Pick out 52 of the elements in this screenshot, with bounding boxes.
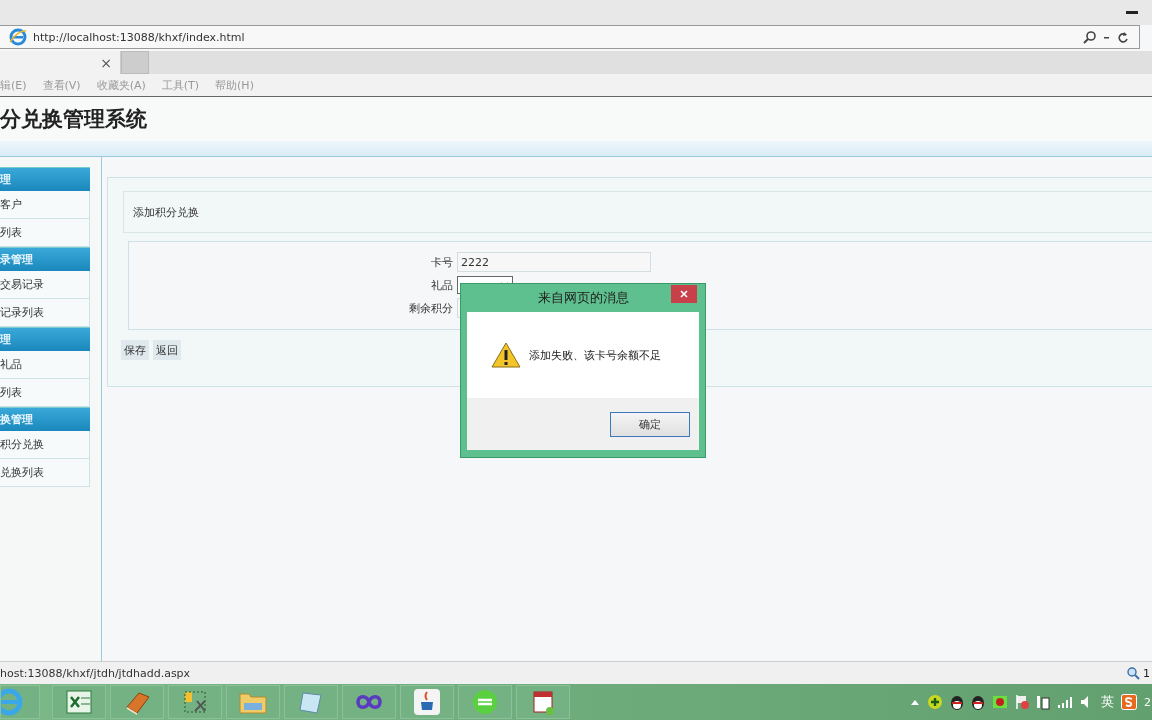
zoom-level[interactable]: 1 [1143,666,1152,680]
form-button[interactable]: 返回 [153,340,181,360]
penguin-icon[interactable] [971,694,985,710]
sidebar-item[interactable]: 列表 [0,219,90,247]
zoom-icon[interactable] [1127,666,1140,680]
sidebar-item[interactable]: 列表 [0,379,90,407]
selection-tool-icon [181,689,209,715]
search-icon[interactable] [1083,30,1097,44]
ok-button[interactable]: 确定 [610,411,690,437]
sidebar-item[interactable]: 客户 [0,191,90,219]
sidebar-item[interactable]: 交易记录 [0,271,90,299]
form-button[interactable]: 保存 [121,340,149,360]
taskbar-app[interactable] [516,685,570,719]
notepad-icon [297,689,325,715]
dialog-title: 来自网页的消息 [537,289,629,307]
page-title: 分兑换管理系统 [0,106,147,133]
status-url: host:13088/khxf/jtdh/jtdhadd.aspx [0,666,191,680]
sidebar-item[interactable]: 记录列表 [0,299,90,327]
panel-title: 添加积分兑换 [123,191,1152,233]
taskbar-app[interactable] [400,685,454,719]
penguin-icon[interactable] [950,694,964,710]
taskbar-app[interactable] [458,685,512,719]
plus-icon[interactable] [927,694,943,710]
close-icon [680,290,688,298]
input-method-icon[interactable] [1121,694,1137,710]
field-label: 卡号 [430,254,454,270]
up-arrow-icon[interactable] [910,698,920,706]
dialog-message: 添加失败、该卡号余额不足 [529,347,661,363]
refresh-icon[interactable] [1117,30,1129,44]
close-button[interactable] [671,285,697,303]
flag-icon[interactable] [1015,694,1029,710]
signal-icon[interactable] [1057,695,1073,709]
browser-logo-icon [9,28,27,46]
sidebar-item[interactable]: 积分兑换 [0,431,90,459]
taskbar-app[interactable] [284,685,338,719]
taskbar-app[interactable] [342,685,396,719]
url-text: http://localhost:13088/khxf/index.html [33,30,245,44]
spreadsheet-icon [65,689,93,715]
coffee-cup-icon [413,688,441,716]
address-bar[interactable]: http://localhost:13088/khxf/index.html [0,25,1140,49]
taskbar-app[interactable] [168,685,222,719]
field-label: 礼品 [430,277,454,293]
minimize-icon[interactable] [1126,10,1138,15]
sidebar-item[interactable]: 兑换列表 [0,459,90,487]
warning-icon [491,342,521,368]
record-icon[interactable] [992,695,1008,709]
taskbar-app[interactable] [110,685,164,719]
taskbar-app[interactable] [52,685,106,719]
sidebar-item[interactable]: 礼品 [0,351,90,379]
field-label: 剩余积分 [408,300,454,316]
input-field[interactable]: 2222 [457,252,651,272]
browser-tab[interactable]: × [0,51,121,74]
